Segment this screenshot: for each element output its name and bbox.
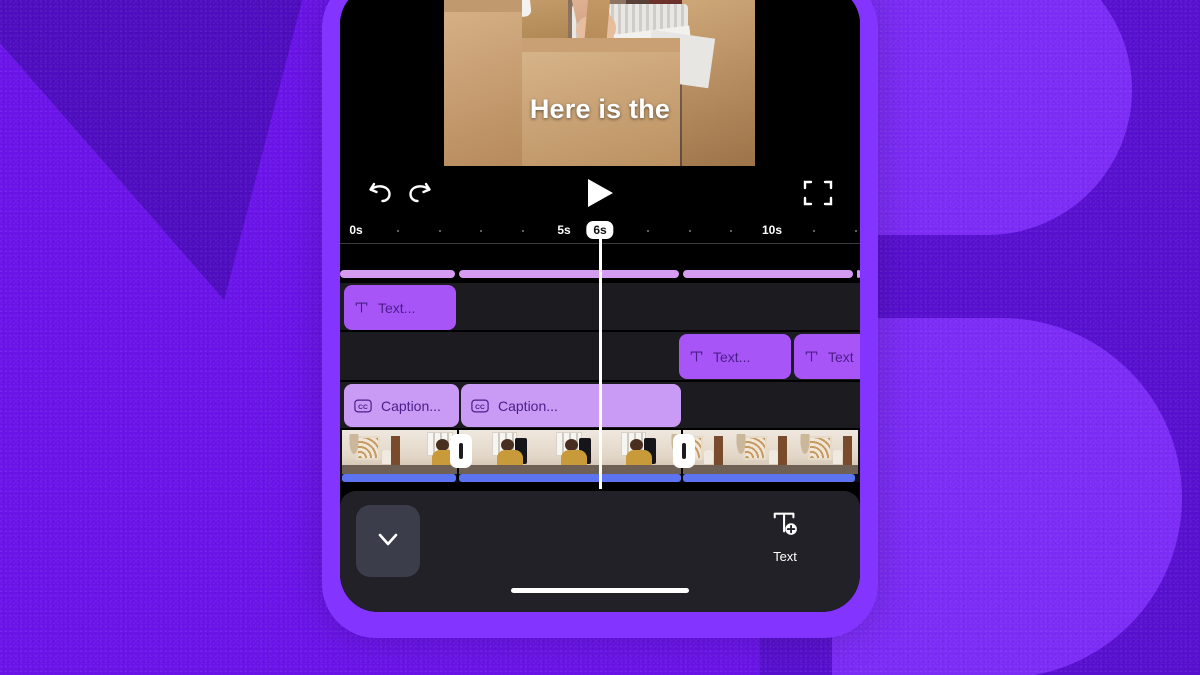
ruler-tick-dot bbox=[813, 230, 815, 232]
ruler-tick-dot bbox=[397, 230, 399, 232]
video-thumbnail bbox=[471, 430, 536, 474]
video-clip[interactable] bbox=[342, 430, 858, 482]
ruler-tick-dot bbox=[480, 230, 482, 232]
ruler-tick-dot bbox=[730, 230, 732, 232]
video-thumbnail bbox=[535, 430, 600, 474]
transport-bar bbox=[340, 166, 860, 218]
clip-label: Text... bbox=[378, 299, 416, 316]
video-thumbnail-strip bbox=[342, 430, 858, 474]
collapse-panel-button[interactable] bbox=[356, 505, 420, 577]
video-thumbnail bbox=[729, 430, 794, 474]
ruler-tick-dot bbox=[689, 230, 691, 232]
video-preview-frame bbox=[444, 0, 755, 166]
timeline-strip-segment[interactable] bbox=[683, 270, 853, 278]
timeline-top-strip-track[interactable] bbox=[340, 270, 860, 280]
video-clip-underline-segment bbox=[342, 474, 456, 482]
undo-icon[interactable] bbox=[364, 175, 398, 209]
text-icon bbox=[804, 349, 819, 364]
preview-caption-text: Here is the bbox=[529, 94, 671, 124]
cc-icon: CC bbox=[471, 399, 489, 413]
background-wedge-shape bbox=[0, 0, 310, 300]
caption-clip[interactable]: CC Caption... bbox=[461, 384, 681, 427]
redo-icon[interactable] bbox=[402, 175, 436, 209]
ruler-label: 0s bbox=[349, 223, 363, 237]
video-trim-handle[interactable] bbox=[673, 434, 695, 468]
video-thumbnail bbox=[342, 430, 407, 474]
ruler-label: 5s bbox=[557, 223, 571, 237]
text-add-icon bbox=[771, 509, 799, 542]
clip-label: Caption... bbox=[498, 397, 558, 414]
timeline-strip-segment[interactable] bbox=[340, 270, 455, 278]
text-clip[interactable]: Text... bbox=[679, 334, 791, 379]
playhead-time-label[interactable]: 6s bbox=[586, 221, 614, 239]
ruler-tick-dot bbox=[522, 230, 524, 232]
video-clip-underline-segment bbox=[683, 474, 855, 482]
clip-label: Caption... bbox=[381, 397, 441, 414]
ruler-tick-dot bbox=[647, 230, 649, 232]
tool-text-button[interactable]: Text bbox=[771, 509, 799, 564]
timeline-strip-segment[interactable] bbox=[857, 270, 860, 278]
phone-screen: Here is the 0s 5s 10s Text... Text... Te… bbox=[340, 0, 860, 612]
chevron-down-icon bbox=[374, 525, 402, 558]
text-icon bbox=[689, 349, 704, 364]
background-lobe-bottom bbox=[832, 318, 1182, 675]
video-thumbnail bbox=[600, 430, 665, 474]
svg-text:CC: CC bbox=[475, 404, 485, 411]
clip-label: Text bbox=[828, 348, 854, 365]
caption-clip[interactable]: CC Caption... bbox=[344, 384, 459, 427]
video-clip-underline bbox=[342, 474, 858, 482]
caption-track[interactable]: CC Caption... CC Caption... bbox=[340, 382, 860, 429]
video-preview[interactable]: Here is the bbox=[340, 0, 860, 166]
text-icon bbox=[354, 300, 369, 315]
video-clip-underline-segment bbox=[459, 474, 681, 482]
fullscreen-icon[interactable] bbox=[802, 177, 834, 209]
ruler-tick-dot bbox=[855, 230, 857, 232]
text-track-1[interactable]: Text... bbox=[340, 282, 860, 331]
tool-text-label: Text bbox=[773, 549, 797, 564]
bottom-toolbar: Text CC Captions bbox=[340, 491, 860, 612]
cc-icon: CC bbox=[354, 399, 372, 413]
timeline-strip-segment[interactable] bbox=[459, 270, 679, 278]
ruler-tick-dot bbox=[439, 230, 441, 232]
video-thumbnail bbox=[793, 430, 858, 474]
timeline[interactable]: Text... Text... Text CC Caption... CC Captio… bbox=[340, 244, 860, 491]
video-track[interactable] bbox=[340, 430, 860, 482]
home-indicator bbox=[511, 588, 689, 593]
video-trim-handle[interactable] bbox=[450, 434, 472, 468]
text-clip[interactable]: Text... bbox=[344, 285, 456, 330]
ruler-label: 10s bbox=[761, 223, 783, 237]
svg-text:CC: CC bbox=[358, 404, 368, 411]
play-icon[interactable] bbox=[583, 177, 617, 209]
text-clip[interactable]: Text bbox=[794, 334, 860, 379]
clip-label: Text... bbox=[713, 348, 751, 365]
text-track-2[interactable]: Text... Text bbox=[340, 332, 860, 381]
screenshot-canvas: Here is the 0s 5s 10s Text... Text... Te… bbox=[0, 0, 1200, 675]
